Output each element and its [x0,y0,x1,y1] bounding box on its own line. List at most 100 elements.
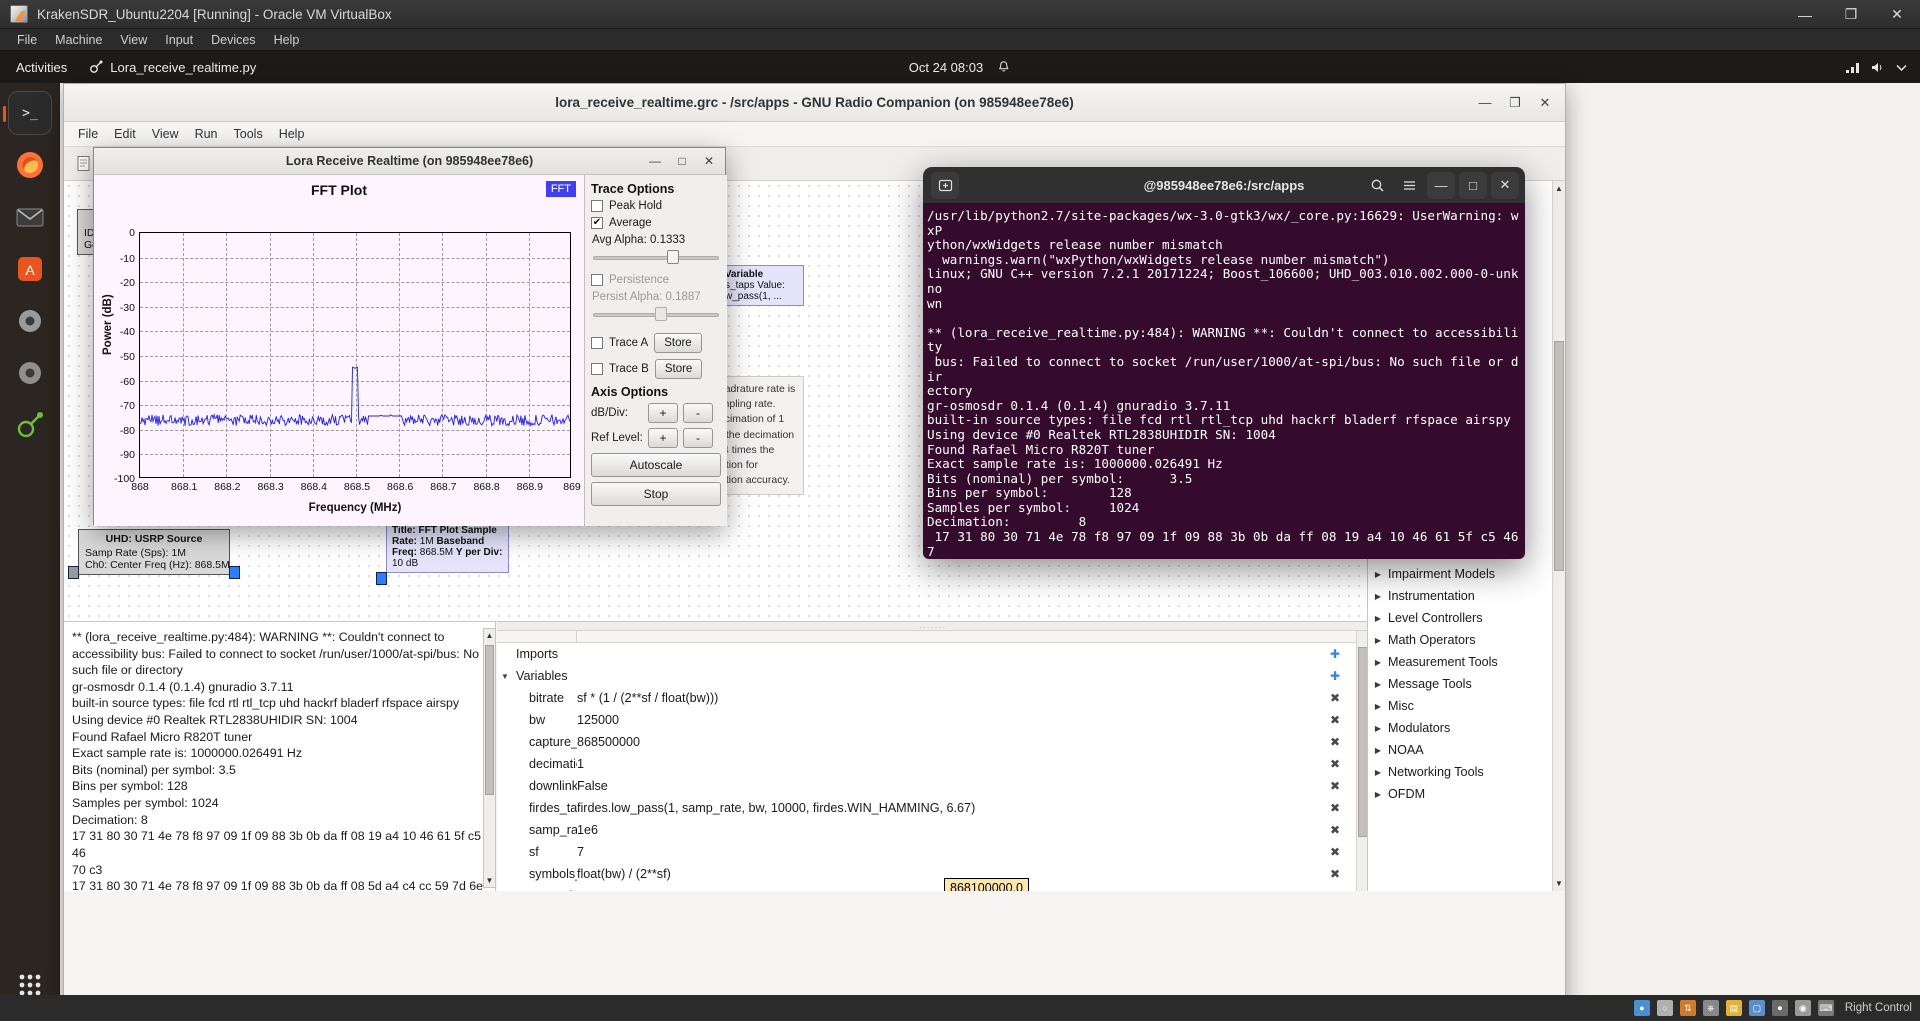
trace-b-row[interactable]: Trace B Store [591,359,721,379]
vbox-maximize-button[interactable]: ❐ [1828,0,1874,29]
network-icon[interactable] [1845,61,1860,74]
grc-menu-tools[interactable]: Tools [226,125,271,143]
variable-row-capture-f[interactable]: capture_f 868500000 ✖ [497,731,1356,753]
variable-row-samp-rate[interactable]: samp_rat 1e6 ✖ [497,819,1356,841]
delete-variable-icon[interactable]: ✖ [1330,801,1340,815]
chevron-right-icon[interactable]: ▶ [1368,636,1388,645]
variable-row-target-freq[interactable]: target_fr 868.1e6 ✖ [497,885,1356,891]
grc-menu-edit[interactable]: Edit [106,125,144,143]
scroll-up-icon[interactable]: ▲ [484,629,495,642]
delete-variable-icon[interactable]: ✖ [1330,691,1340,705]
hamburger-menu-icon[interactable] [1395,172,1423,199]
fft-minimize-button[interactable]: — [643,151,667,172]
variable-value[interactable]: 1e6 [577,823,598,837]
fft-maximize-button[interactable]: □ [670,151,694,172]
block-tree-item-modulators[interactable]: ▶ Modulators [1368,717,1565,739]
variable-value[interactable]: 1 [577,757,584,771]
fft-plot-area[interactable]: FFT Plot FFT Power (dB) Frequency (MHz) … [94,175,584,526]
ref-level-plus-button[interactable]: + [648,428,678,448]
pane-drag-handle[interactable]: ....... [497,622,1369,631]
vars-column-header[interactable] [497,631,1369,643]
delete-variable-icon[interactable]: ✖ [1330,735,1340,749]
block-tree-item-instrumentation[interactable]: ▶ Instrumentation [1368,585,1565,607]
trace-a-checkbox[interactable] [591,337,603,349]
terminal-maximize-button[interactable]: □ [1459,171,1487,199]
scroll-down-icon[interactable]: ▼ [1554,877,1564,890]
new-tab-icon[interactable] [931,171,959,199]
chevron-right-icon[interactable]: ▶ [1368,614,1388,623]
grc-block-uhd-usrp-source[interactable]: UHD: USRP Source Samp Rate (Sps): 1M Ch0… [68,529,240,579]
keyboard-icon[interactable]: ⌨ [1817,1000,1834,1016]
variable-value[interactable]: 868.1e6 [577,889,623,891]
console-scrollbar[interactable]: ▲ ▼ [483,628,496,888]
block-tree-item-networking-tools[interactable]: ▶ Networking Tools [1368,761,1565,783]
average-row[interactable]: Average [591,217,721,229]
average-checkbox[interactable] [591,217,603,229]
vbox-menu-file[interactable]: File [8,31,46,49]
vbox-menu-view[interactable]: View [111,31,156,49]
delete-variable-icon[interactable]: ✖ [1330,867,1340,881]
variable-value[interactable]: firdes.low_pass(1, samp_rate, bw, 10000,… [577,801,975,815]
db-div-minus-button[interactable]: - [683,403,713,423]
scroll-down-icon[interactable]: ▼ [484,874,495,887]
grc-menu-run[interactable]: Run [187,125,226,143]
variable-value[interactable]: float(bw) / (2**sf) [577,867,671,881]
delete-variable-icon[interactable]: ✖ [1330,713,1340,727]
block-tree-item-message-tools[interactable]: ▶ Message Tools [1368,673,1565,695]
block-output-port[interactable] [229,566,240,579]
block-tree-item-impairment-models[interactable]: ▶ Impairment Models [1368,563,1565,585]
volume-icon[interactable] [1870,61,1885,74]
persistence-row[interactable]: Persistence [591,274,721,286]
trace-a-row[interactable]: Trace A Store [591,333,721,353]
chevron-right-icon[interactable]: ▶ [1368,570,1388,579]
block-tree-scrollbar[interactable]: ▲ ▼ [1552,181,1565,891]
avg-alpha-slider[interactable] [593,248,719,266]
terminal-output[interactable]: /usr/lib/python2.7/site-packages/wx-3.0-… [923,203,1525,559]
terminal-close-button[interactable]: ✕ [1491,171,1519,199]
disk-icon[interactable]: ● [1633,1000,1650,1016]
delete-variable-icon[interactable]: ✖ [1330,757,1340,771]
shared-folder-icon[interactable]: ▤ [1725,1000,1742,1016]
chevron-down-icon[interactable]: ▼ [497,672,513,681]
delete-variable-icon[interactable]: ✖ [1330,845,1340,859]
autoscale-button[interactable]: Autoscale [591,453,721,477]
usb-icon[interactable]: ⎈ [1702,1000,1719,1016]
vbox-menu-machine[interactable]: Machine [46,31,111,49]
ref-level-minus-button[interactable]: - [683,428,713,448]
dock-item-firefox[interactable] [8,143,52,187]
peak-hold-checkbox[interactable] [591,200,603,212]
block-tree-item-level-controllers[interactable]: ▶ Level Controllers [1368,607,1565,629]
trace-b-checkbox[interactable] [591,363,603,375]
chevron-right-icon[interactable]: ▶ [1368,768,1388,777]
vbox-minimize-button[interactable]: — [1782,0,1828,29]
optical-icon[interactable]: ○ [1656,1000,1673,1016]
grc-minimize-button[interactable]: — [1471,90,1499,116]
chart-plot-frame[interactable]: 0 -10 -20 -30 -40 -50 -60 -70 -80 -90 -1… [114,227,581,493]
chevron-right-icon[interactable]: ▶ [1368,658,1388,667]
dock-item-thunderbird[interactable] [8,195,52,239]
block-input-port[interactable] [376,572,387,585]
delete-variable-icon[interactable]: ✖ [1330,779,1340,793]
add-variable-icon[interactable]: ✚ [1330,669,1340,683]
activities-button[interactable]: Activities [0,60,79,75]
dock-item-terminal[interactable]: >_ [3,91,52,135]
block-tree-item-misc[interactable]: ▶ Misc [1368,695,1565,717]
terminal-minimize-button[interactable]: — [1427,171,1455,199]
variable-row-bw[interactable]: bw 125000 ✖ [497,709,1356,731]
variable-value[interactable]: False [577,779,608,793]
variable-row-symbols[interactable]: symbols_ float(bw) / (2**sf) ✖ [497,863,1356,885]
block-tree-item-measurement-tools[interactable]: ▶ Measurement Tools [1368,651,1565,673]
console-scroll-thumb[interactable] [485,645,494,795]
block-input-port[interactable] [68,566,79,579]
db-div-plus-button[interactable]: + [648,403,678,423]
grc-variables-tree[interactable]: ....... Imports ✚ ▼ Variables ✚ bitrate … [497,621,1369,891]
block-tree-item-ofdm[interactable]: ▶ OFDM [1368,783,1565,805]
power-menu-icon[interactable] [1895,61,1908,74]
variable-row-firdes-taps[interactable]: firdes_ta firdes.low_pass(1, samp_rate, … [497,797,1356,819]
grc-maximize-button[interactable]: ❐ [1501,90,1529,116]
block-tree-scroll-thumb[interactable] [1554,341,1564,571]
fft-close-button[interactable]: ✕ [697,151,721,172]
chevron-right-icon[interactable]: ▶ [1368,702,1388,711]
grc-menu-help[interactable]: Help [271,125,313,143]
capture-icon[interactable]: ⏺ [1771,1000,1788,1016]
